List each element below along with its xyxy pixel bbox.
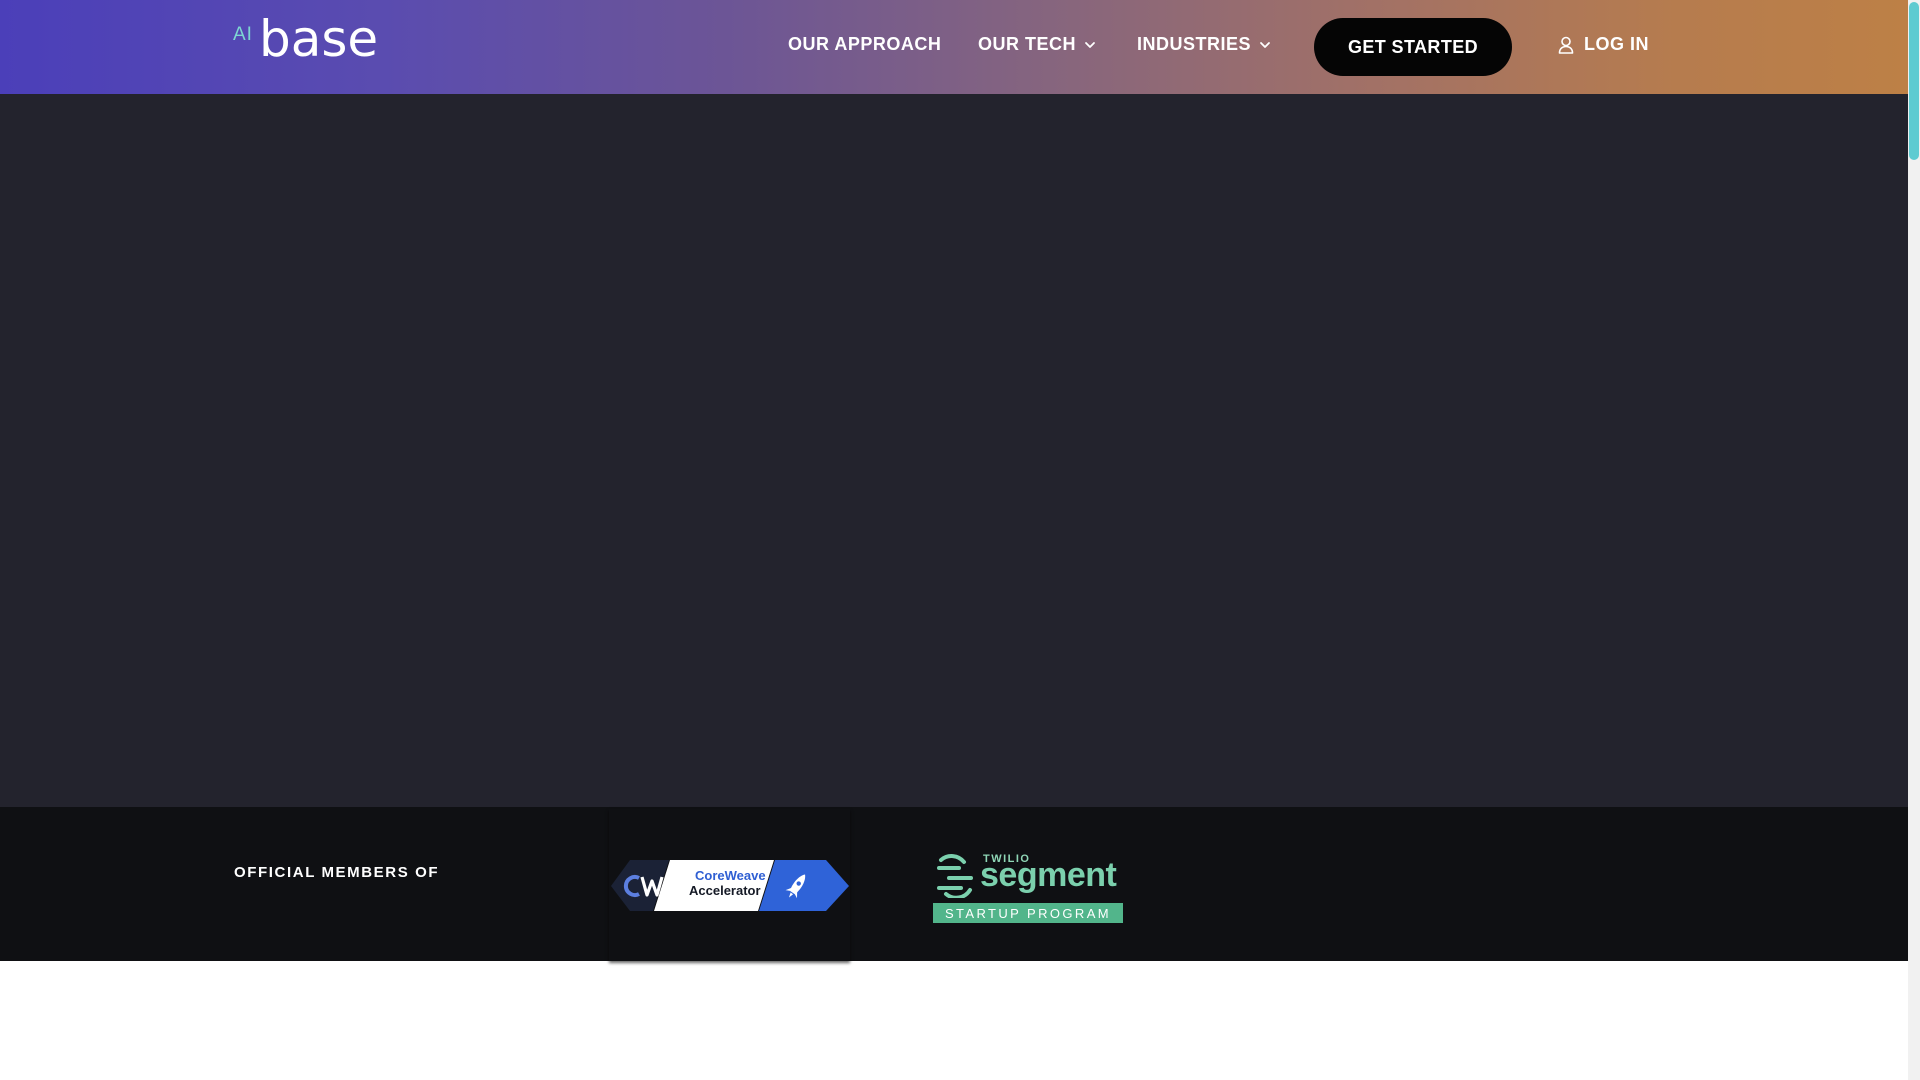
login-label: LOG IN bbox=[1584, 34, 1649, 54]
coreweave-title: CoreWeave bbox=[695, 868, 766, 883]
page-scrollbar-track[interactable] bbox=[1908, 0, 1920, 1080]
page-scrollbar-thumb[interactable] bbox=[1909, 2, 1919, 160]
segment-logo-icon bbox=[937, 854, 973, 898]
user-icon bbox=[1558, 36, 1574, 54]
login-link[interactable]: LOG IN bbox=[1558, 34, 1649, 55]
get-started-button[interactable]: GET STARTED bbox=[1314, 18, 1512, 76]
chevron-down-icon bbox=[1260, 41, 1270, 48]
segment-wordmark: segment bbox=[980, 856, 1117, 894]
nav-item-label: OUR TECH bbox=[978, 34, 1076, 54]
chevron-down-icon bbox=[1085, 41, 1095, 48]
nav-item-industries[interactable]: INDUSTRIES bbox=[1137, 34, 1271, 55]
coreweave-accelerator-badge[interactable]: CoreWeave Accelerator bbox=[609, 809, 850, 961]
coreweave-subtitle: Accelerator bbox=[689, 883, 761, 898]
page: AI base OUR APPROACH OUR TECH INDUSTRIES… bbox=[0, 0, 1920, 1080]
members-label: OFFICIAL MEMBERS OF bbox=[234, 864, 440, 881]
segment-startup-badge[interactable]: TWILIO segment STARTUP PROGRAM bbox=[931, 812, 1129, 954]
segment-program-label: STARTUP PROGRAM bbox=[933, 903, 1123, 923]
nav-item-our-approach[interactable]: OUR APPROACH bbox=[788, 34, 941, 55]
nav-item-label: INDUSTRIES bbox=[1137, 34, 1252, 54]
nav-item-our-tech[interactable]: OUR TECH bbox=[978, 34, 1096, 55]
main-nav: OUR APPROACH OUR TECH INDUSTRIES GET STA… bbox=[0, 0, 1908, 94]
site-header: AI base OUR APPROACH OUR TECH INDUSTRIES… bbox=[0, 0, 1908, 94]
nav-item-label: OUR APPROACH bbox=[788, 34, 942, 54]
hero-section bbox=[0, 94, 1908, 807]
